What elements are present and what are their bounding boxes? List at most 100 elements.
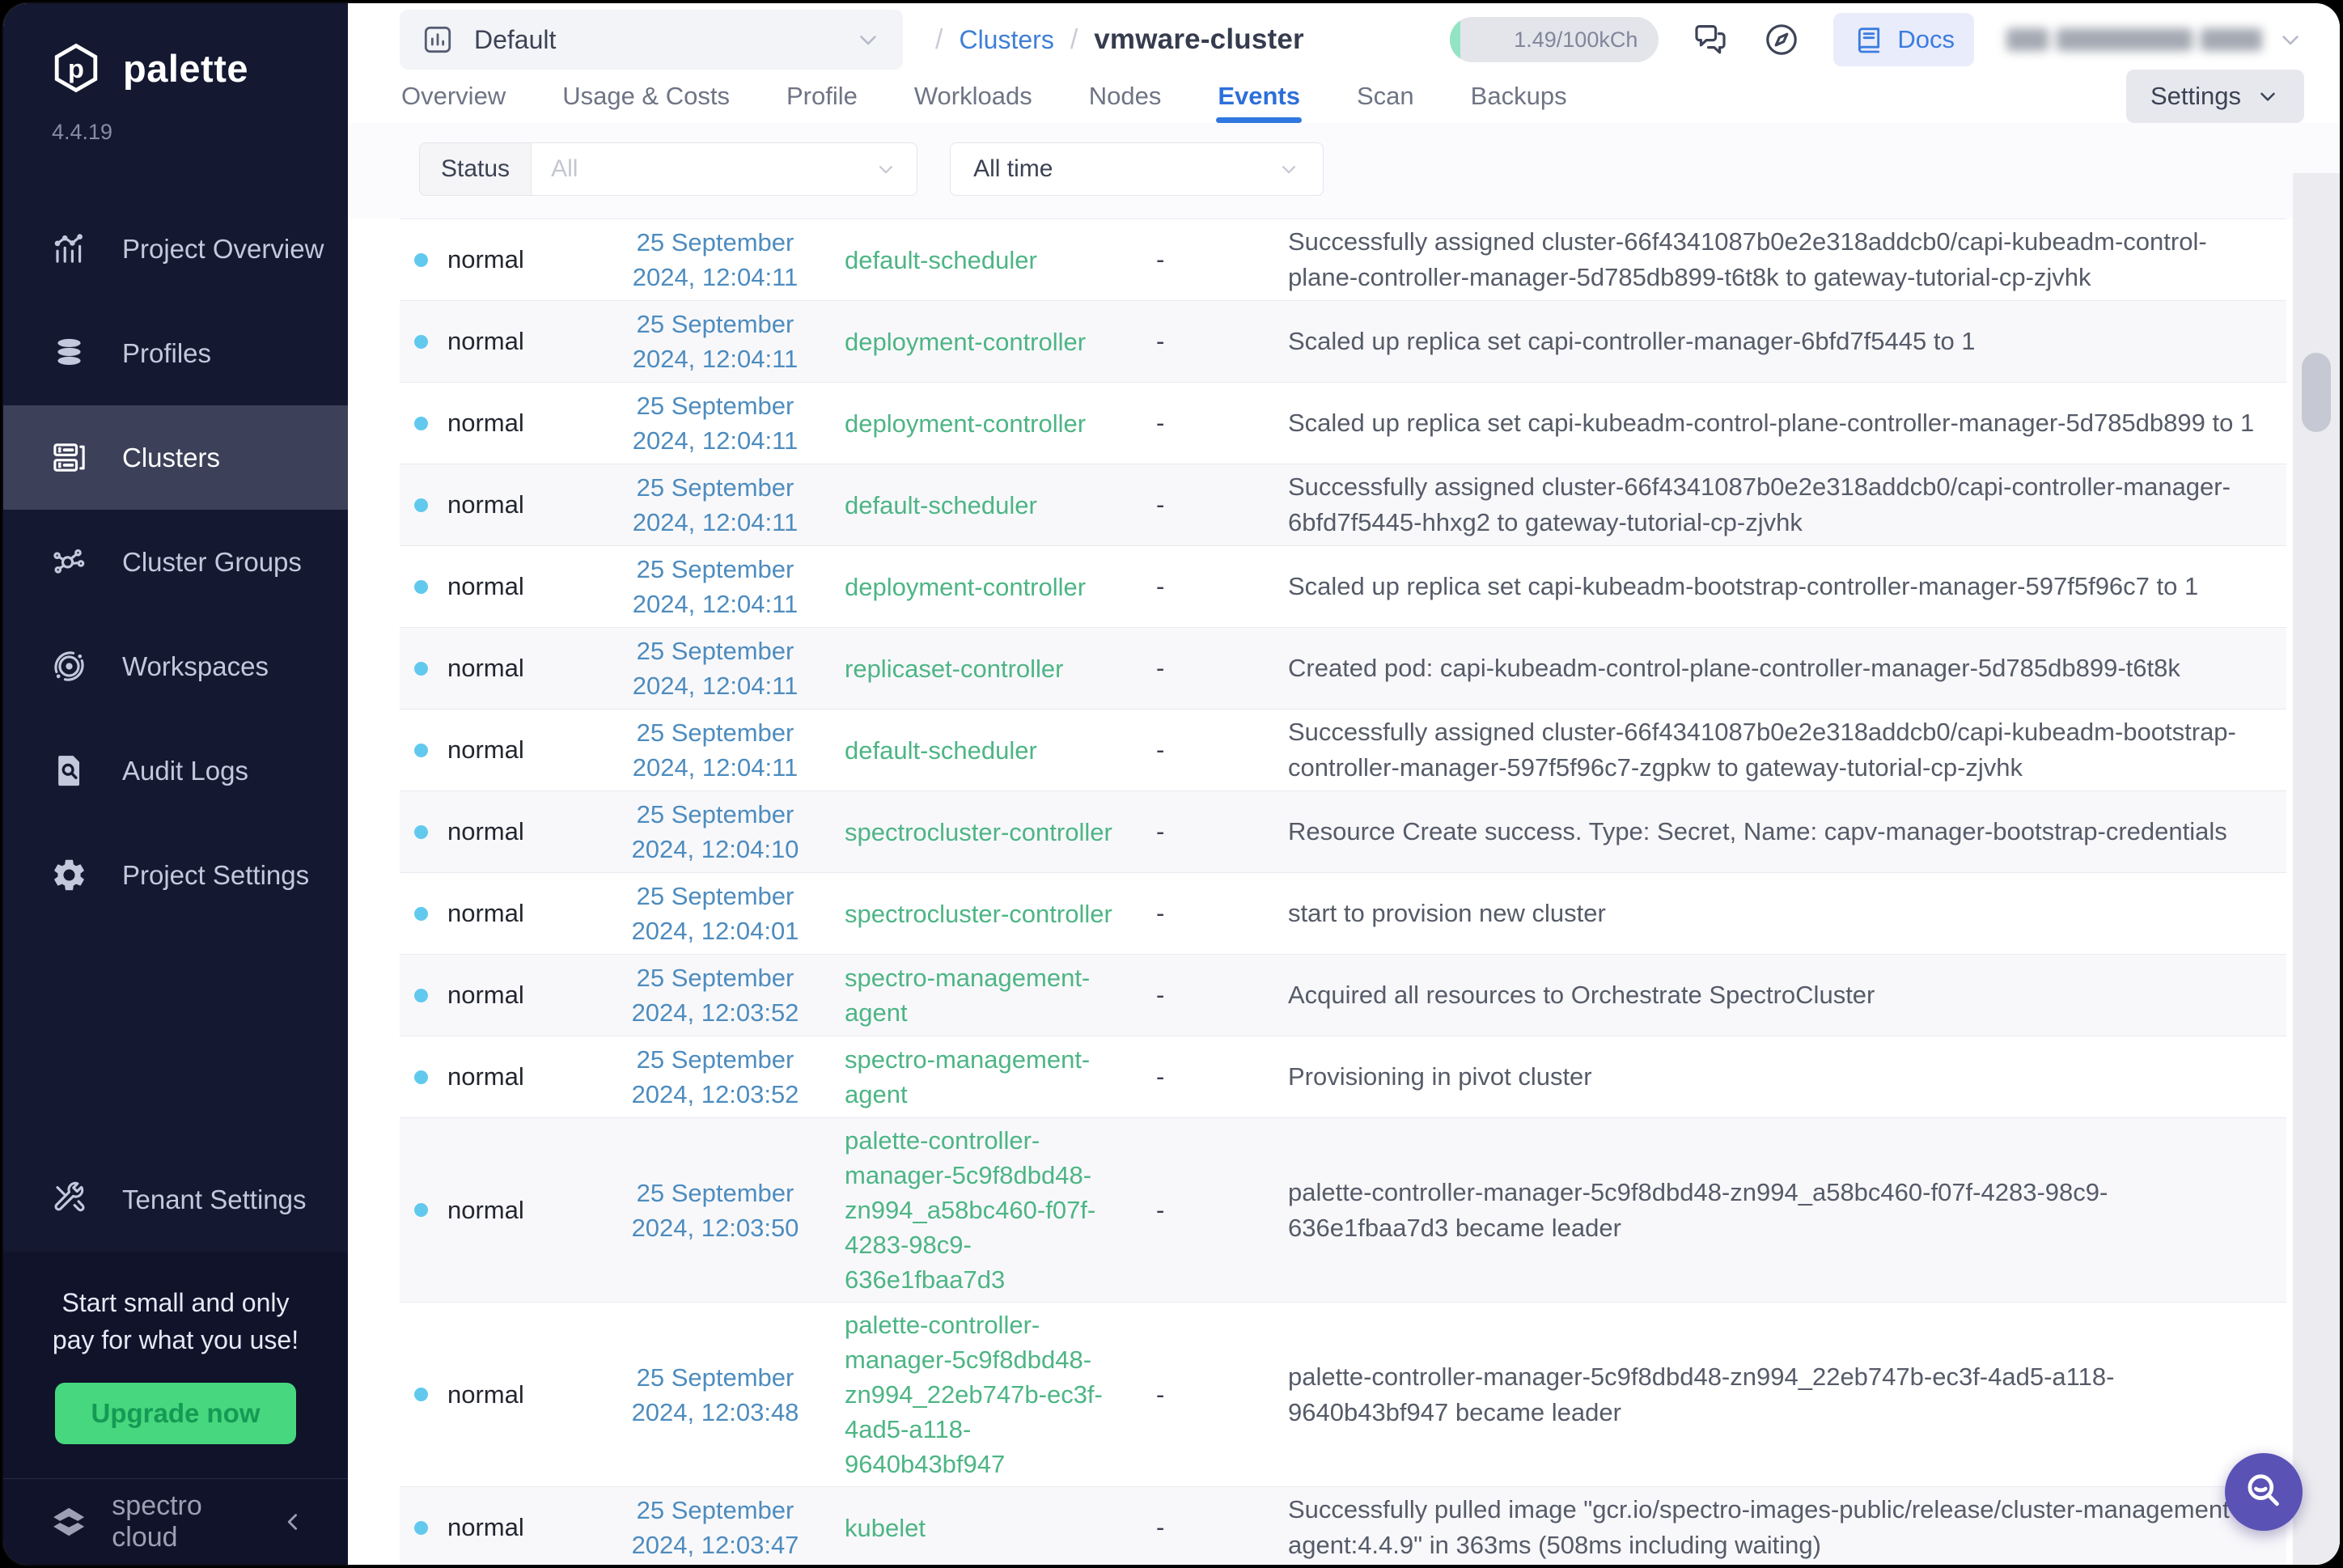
status-dot-icon — [414, 417, 428, 430]
usage-meter: 1.49/100kCh — [1450, 17, 1659, 62]
sidebar-item-label: Project Settings — [122, 860, 309, 891]
event-source: deployment-controller — [845, 324, 1156, 359]
tab-backups[interactable]: Backups — [1469, 70, 1569, 123]
event-timestamp: 25 September2024, 12:04:11 — [586, 470, 845, 540]
event-status: normal — [447, 735, 524, 765]
upgrade-promo: Start small and only pay for what you us… — [3, 1252, 348, 1478]
tab-events[interactable]: Events — [1216, 70, 1302, 123]
docs-button[interactable]: Docs — [1833, 13, 1974, 66]
user-menu[interactable] — [2006, 26, 2304, 53]
event-timestamp: 25 September2024, 12:04:11 — [586, 225, 845, 295]
sidebar-item-cluster-groups[interactable]: Cluster Groups — [3, 510, 348, 614]
event-message: Scaled up replica set capi-kubeadm-boots… — [1288, 569, 2286, 604]
status-filter-select[interactable]: All — [531, 142, 917, 196]
event-message: Acquired all resources to Orchestrate Sp… — [1288, 977, 2286, 1013]
event-message: Resource Create success. Type: Secret, N… — [1288, 814, 2286, 850]
status-dot-icon — [414, 662, 428, 676]
status-dot-icon — [414, 580, 428, 594]
sidebar-item-label: Profiles — [122, 338, 211, 369]
table-row: normal25 September2024, 12:04:11replicas… — [400, 628, 2286, 710]
chat-bubbles-icon[interactable] — [1691, 20, 1730, 59]
sidebar-item-workspaces[interactable]: Workspaces — [3, 614, 348, 718]
settings-label: Settings — [2150, 82, 2241, 111]
sidebar: p palette 4.4.19 Project OverviewProfile… — [3, 3, 348, 1565]
event-resource: - — [1156, 817, 1288, 846]
breadcrumb-separator: / — [1070, 24, 1078, 56]
audit-log-icon — [50, 752, 88, 790]
promo-text: Start small and only pay for what you us… — [42, 1284, 309, 1358]
project-selector[interactable]: Default — [400, 10, 903, 70]
sidebar-footer: spectro cloud — [3, 1478, 348, 1565]
table-row: normal25 September2024, 12:03:47kubelet-… — [400, 1487, 2286, 1565]
event-source: deployment-controller — [845, 406, 1156, 441]
events-table: normal25 September2024, 12:04:11default-… — [400, 218, 2286, 1565]
event-status-cell: normal — [400, 1062, 586, 1091]
event-status: normal — [447, 1196, 524, 1225]
sidebar-item-project-settings[interactable]: Project Settings — [3, 823, 348, 927]
breadcrumb-clusters-link[interactable]: Clusters — [959, 25, 1053, 55]
search-fab-button[interactable] — [2225, 1453, 2303, 1531]
chevron-down-icon — [854, 26, 882, 53]
event-resource: - — [1156, 735, 1288, 765]
scrollbar-track — [2293, 173, 2340, 1565]
event-source: spectrocluster-controller — [845, 815, 1156, 850]
event-message: Successfully assigned cluster-66f4341087… — [1288, 224, 2286, 295]
tab-usage-costs[interactable]: Usage & Costs — [561, 70, 731, 123]
status-dot-icon — [414, 989, 428, 1002]
event-source: palette-controller-manager-5c9f8dbd48-zn… — [845, 1123, 1156, 1297]
table-row: normal25 September2024, 12:04:10spectroc… — [400, 791, 2286, 873]
event-timestamp: 25 September2024, 12:04:10 — [586, 797, 845, 867]
sidebar-item-label: Workspaces — [122, 651, 269, 682]
tab-nodes[interactable]: Nodes — [1087, 70, 1163, 123]
event-message: Successfully pulled image "gcr.io/spectr… — [1288, 1492, 2286, 1563]
event-timestamp: 25 September2024, 12:03:48 — [586, 1360, 845, 1430]
footer-brand: spectro cloud — [112, 1490, 260, 1553]
event-resource: - — [1156, 490, 1288, 519]
event-message: palette-controller-manager-5c9f8dbd48-zn… — [1288, 1359, 2286, 1430]
orbit-icon — [50, 647, 88, 685]
tab-profile[interactable]: Profile — [785, 70, 859, 123]
event-resource: - — [1156, 1062, 1288, 1091]
breadcrumb-current: vmware-cluster — [1094, 23, 1304, 56]
sidebar-item-tenant-settings[interactable]: Tenant Settings — [3, 1147, 348, 1252]
status-filter-value: All — [551, 155, 578, 183]
chevron-down-icon — [1277, 158, 1300, 180]
sidebar-item-profiles[interactable]: Profiles — [3, 301, 348, 405]
tab-scan[interactable]: Scan — [1355, 70, 1416, 123]
layers-icon — [50, 334, 88, 372]
event-status: normal — [447, 327, 524, 356]
settings-button[interactable]: Settings — [2126, 70, 2304, 123]
sidebar-item-label: Clusters — [122, 443, 220, 473]
network-icon — [50, 543, 88, 581]
table-row: normal25 September2024, 12:03:52spectro-… — [400, 1036, 2286, 1118]
event-status-cell: normal — [400, 817, 586, 846]
event-status: normal — [447, 981, 524, 1010]
sidebar-item-label: Tenant Settings — [122, 1184, 307, 1215]
tab-workloads[interactable]: Workloads — [913, 70, 1034, 123]
time-range-select[interactable]: All time — [950, 142, 1324, 196]
event-timestamp: 25 September2024, 12:04:11 — [586, 388, 845, 458]
usage-value: 1.49/100kCh — [1514, 28, 1638, 53]
sidebar-item-clusters[interactable]: Clusters — [3, 405, 348, 510]
sidebar-item-project-overview[interactable]: Project Overview — [3, 197, 348, 301]
table-row: normal25 September2024, 12:04:11deployme… — [400, 301, 2286, 383]
sidebar-nav: Project Overview Profiles Clusters Cluster … — [3, 197, 348, 927]
brand-header: p palette — [3, 3, 348, 95]
tab-overview[interactable]: Overview — [400, 70, 507, 123]
sidebar-item-audit-logs[interactable]: Audit Logs — [3, 718, 348, 823]
status-filter: Status All — [419, 142, 917, 196]
upgrade-now-button[interactable]: Upgrade now — [55, 1383, 295, 1444]
table-row: normal25 September2024, 12:04:11default-… — [400, 219, 2286, 301]
compass-icon[interactable] — [1762, 20, 1801, 59]
event-source: deployment-controller — [845, 570, 1156, 604]
tools-icon — [50, 1180, 88, 1218]
chevron-left-icon[interactable] — [281, 1508, 306, 1536]
chart-mini-icon — [421, 23, 455, 57]
event-status: normal — [447, 1062, 524, 1091]
status-dot-icon — [414, 498, 428, 512]
event-message: start to provision new cluster — [1288, 896, 2286, 931]
event-filters: Status All All time — [348, 123, 2340, 218]
event-resource: - — [1156, 245, 1288, 274]
event-resource: - — [1156, 981, 1288, 1010]
scrollbar-thumb[interactable] — [2302, 353, 2331, 432]
